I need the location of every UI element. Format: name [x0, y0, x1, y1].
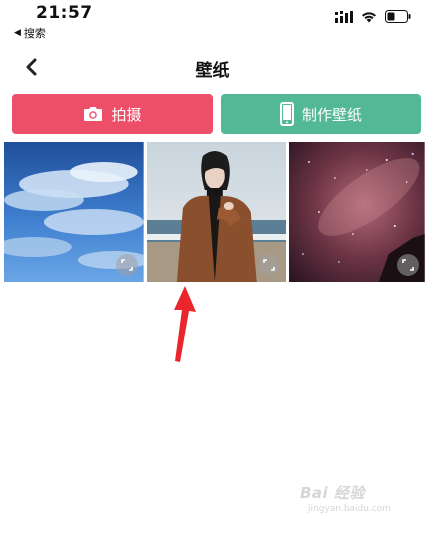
shoot-button-label: 拍摄 — [111, 105, 142, 124]
shoot-button[interactable]: 拍摄 — [12, 94, 213, 134]
nav-bar: 壁纸 — [0, 48, 425, 88]
watermark-url: jingyan.baidu.com — [308, 504, 392, 514]
make-wallpaper-button[interactable]: 制作壁纸 — [221, 94, 421, 134]
wallpaper-tile-portrait[interactable] — [146, 142, 287, 282]
expand-button[interactable] — [396, 254, 419, 276]
expand-icon — [263, 259, 276, 271]
battery-icon — [385, 10, 411, 23]
wallpaper-grid — [4, 142, 425, 282]
status-time: 21:57 — [36, 3, 93, 23]
wifi-icon — [362, 11, 376, 22]
watermark: Bai 经验 jingyan.baidu.com — [300, 482, 391, 514]
expand-icon — [402, 259, 414, 271]
watermark-brand: Bai 经验 — [300, 484, 365, 502]
status-icons — [335, 10, 411, 23]
wallpaper-tile-galaxy[interactable] — [289, 142, 425, 282]
signal-icon — [335, 10, 353, 23]
page-title: 壁纸 — [195, 61, 230, 81]
expand-icon — [120, 259, 133, 271]
back-triangle-icon: ◀ — [14, 28, 21, 38]
action-buttons: 拍摄 制作壁纸 — [12, 94, 421, 134]
camera-icon — [84, 107, 103, 121]
status-bar: 21:57 ◀ 搜索 — [0, 0, 425, 40]
wallpaper-tile-sky[interactable] — [4, 142, 144, 282]
phone-icon — [279, 102, 294, 126]
make-wallpaper-label: 制作壁纸 — [301, 105, 362, 124]
back-to-app-label: 搜索 — [23, 27, 46, 40]
expand-button[interactable] — [115, 254, 138, 276]
annotation-arrow-icon — [174, 286, 196, 362]
back-to-app-link[interactable]: ◀ 搜索 — [14, 25, 46, 41]
